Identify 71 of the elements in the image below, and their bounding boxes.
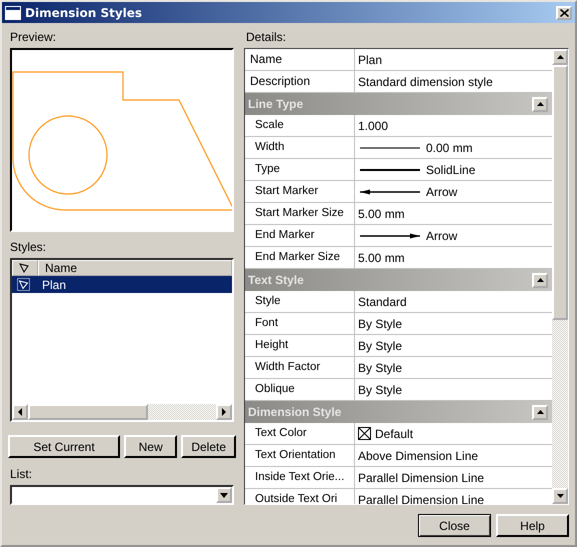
property-value: Arrow: [426, 184, 458, 198]
property-name: Description: [245, 71, 355, 92]
property-value: 1.000: [358, 118, 388, 132]
collapse-icon[interactable]: [536, 410, 544, 414]
dialog-button[interactable]: Close: [418, 514, 491, 537]
scroll-left-icon[interactable]: [18, 408, 22, 416]
property-name: End Marker Size: [245, 247, 355, 268]
property-value: Arrow: [426, 228, 458, 242]
preview-label: Preview:: [10, 30, 56, 44]
window-title: Dimension Styles: [25, 6, 144, 20]
arrow-line-icon: [358, 186, 422, 196]
window-icon: [5, 6, 21, 20]
property-name: Type: [245, 159, 355, 180]
style-row[interactable]: Plan: [12, 276, 232, 294]
section-title: Dimension Style: [248, 405, 342, 419]
property-name: Outside Text Ori: [245, 489, 355, 504]
style-button[interactable]: Delete: [181, 435, 236, 458]
horizontal-scrollbar[interactable]: [12, 404, 232, 420]
style-button[interactable]: Set Current: [8, 435, 120, 458]
property-value: By Style: [358, 360, 402, 374]
property-value: 0.00 mm: [426, 140, 473, 154]
property-name: Start Marker: [245, 181, 355, 202]
property-value: Above Dimension Line: [358, 448, 478, 462]
section-title: Text Style: [248, 273, 304, 287]
property-value: By Style: [358, 338, 402, 352]
property-value: Standard: [358, 294, 407, 308]
property-value: By Style: [358, 382, 402, 396]
property-name: Width Factor: [245, 357, 355, 378]
property-name: End Marker: [245, 225, 355, 246]
property-name: Text Color: [245, 423, 355, 444]
property-name: Height: [245, 335, 355, 356]
list-label: List:: [10, 467, 32, 482]
property-value: By Style: [358, 316, 402, 330]
arrow-line-icon: [358, 230, 422, 240]
collapse-icon[interactable]: [536, 102, 544, 106]
property-name: Start Marker Size: [245, 203, 355, 224]
property-name: Font: [245, 313, 355, 334]
property-value: Plan: [358, 52, 382, 66]
scroll-right-icon[interactable]: [222, 408, 226, 416]
property-value: Default: [375, 426, 414, 440]
property-name: Oblique: [245, 379, 355, 400]
scroll-up-icon[interactable]: [556, 55, 564, 59]
section-title: Line Type: [248, 97, 304, 111]
styles-label: Styles:: [10, 240, 46, 254]
property-name: Inside Text Orie...: [245, 467, 355, 488]
property-value: 5.00 mm: [358, 250, 405, 264]
style-button[interactable]: New: [124, 435, 178, 458]
list-dropdown[interactable]: [10, 485, 234, 505]
vertical-scrollbar[interactable]: [552, 49, 568, 504]
property-value: Parallel Dimension Line: [358, 492, 484, 504]
close-icon[interactable]: [556, 6, 572, 20]
style-icon: [17, 278, 30, 292]
property-name: Style: [245, 291, 355, 312]
no-color-icon: [358, 427, 371, 440]
dropdown-icon[interactable]: [220, 492, 228, 498]
details-label: Details:: [246, 30, 286, 44]
property-name: Width: [245, 137, 355, 158]
property-value: SolidLine: [426, 162, 476, 176]
property-name: Name: [245, 49, 355, 70]
style-icon: [19, 263, 29, 274]
collapse-icon[interactable]: [536, 278, 544, 282]
dialog-button[interactable]: Help: [496, 514, 569, 537]
property-value: Standard dimension style: [358, 74, 493, 88]
column-header[interactable]: [12, 260, 38, 276]
column-header[interactable]: Name: [38, 260, 232, 276]
property-name: Scale: [245, 115, 355, 136]
property-value: Parallel Dimension Line: [358, 470, 484, 484]
style-name: Plan: [42, 278, 66, 292]
property-value: 5.00 mm: [358, 206, 405, 220]
scroll-down-icon[interactable]: [556, 494, 564, 498]
property-name: Text Orientation: [245, 445, 355, 466]
